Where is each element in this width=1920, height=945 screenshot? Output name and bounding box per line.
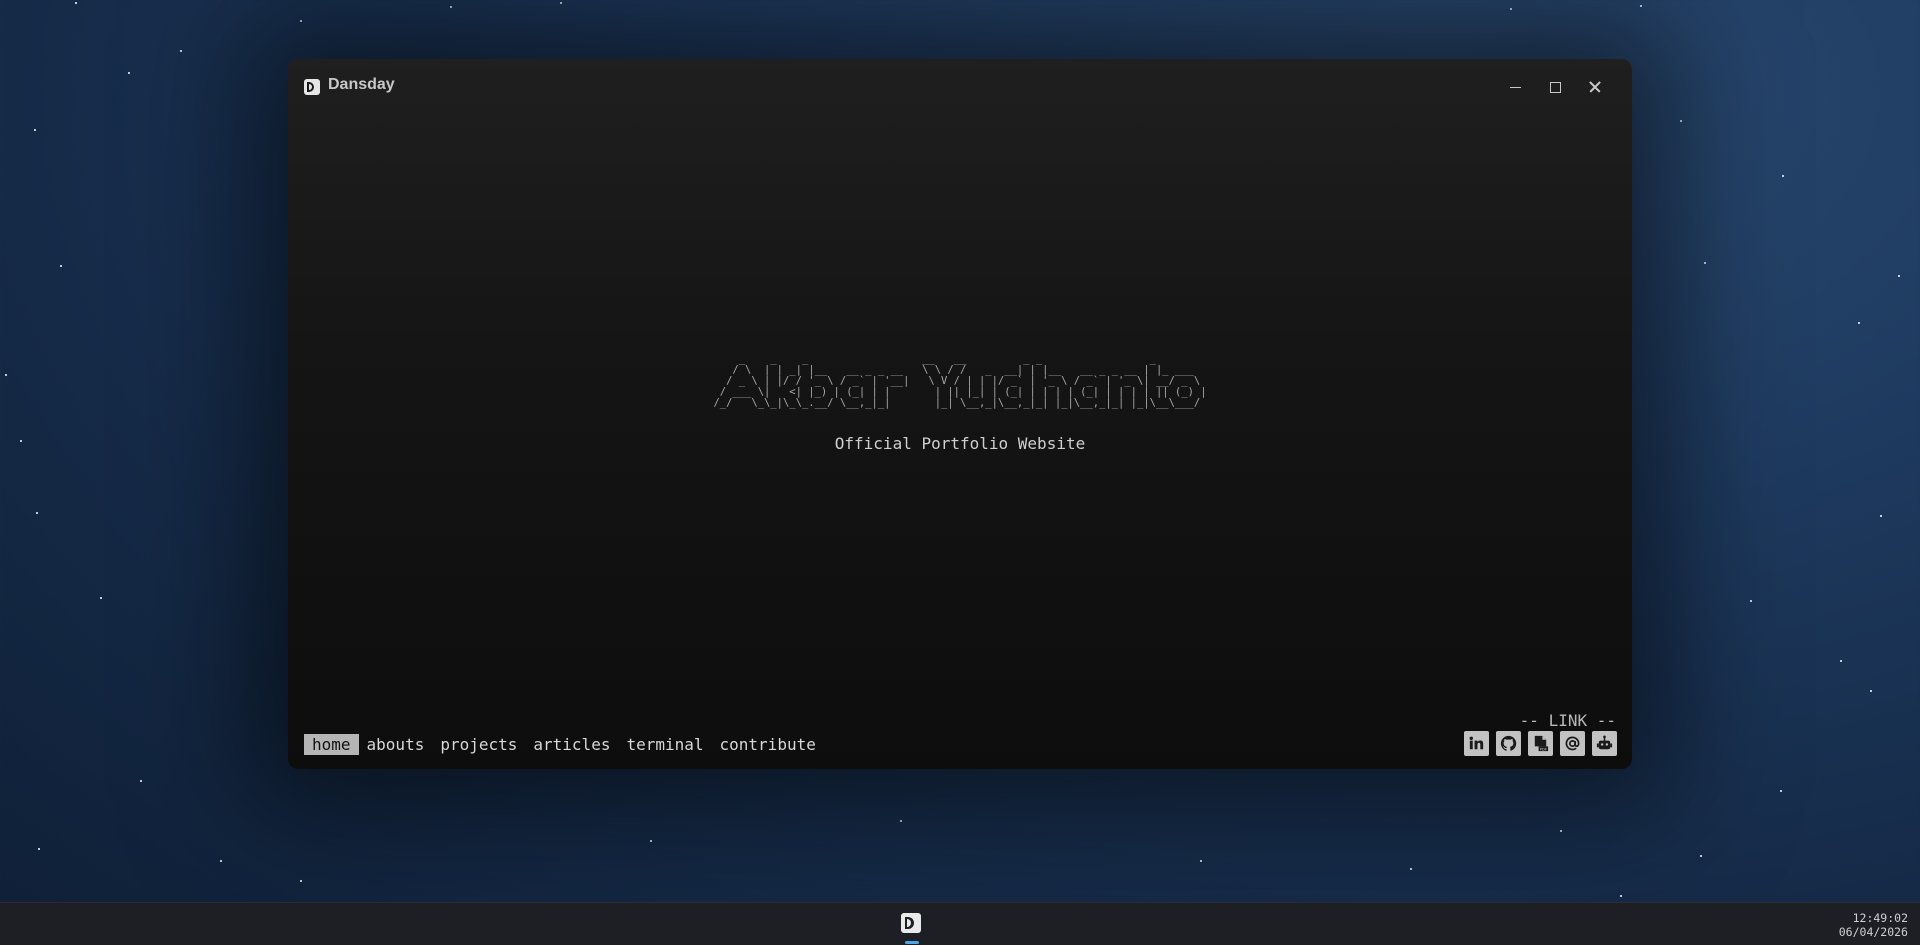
nav-item-abouts[interactable]: abouts: [367, 734, 433, 755]
github-icon[interactable]: [1496, 731, 1521, 756]
taskbar: 12:49:02 06/04/2026: [0, 902, 1920, 945]
close-button[interactable]: [1581, 73, 1609, 101]
taskbar-clock: 12:49:02 06/04/2026: [1839, 911, 1908, 939]
window-title: Dansday: [328, 76, 395, 93]
pdf-file-icon[interactable]: PDF: [1528, 731, 1553, 756]
minimize-button[interactable]: [1501, 73, 1529, 101]
nav-item-articles[interactable]: articles: [533, 734, 618, 755]
social-links: PDF: [1464, 731, 1617, 756]
nav-item-contribute[interactable]: contribute: [720, 734, 824, 755]
ascii-art-name-banner: _ _ _ __ __ _ _ _ / \ | | _| |__ __ _ _ …: [713, 353, 1207, 409]
clock-time: 12:49:02: [1852, 911, 1908, 925]
taskbar-dansday-app-icon[interactable]: [899, 911, 923, 935]
window-titlebar[interactable]: Dansday: [288, 59, 1632, 115]
nav-item-terminal[interactable]: terminal: [626, 734, 711, 755]
nav-item-projects[interactable]: projects: [440, 734, 525, 755]
dansday-d-logo-icon: [304, 79, 320, 95]
bottom-nav: home abouts projects articles terminal c…: [304, 734, 824, 755]
linkedin-icon[interactable]: [1464, 731, 1489, 756]
hero-subtitle: Official Portfolio Website: [834, 434, 1086, 453]
nav-item-home[interactable]: home: [304, 734, 359, 755]
clock-date: 06/04/2026: [1838, 925, 1908, 939]
taskbar-active-indicator: [905, 941, 919, 944]
at-sign-icon[interactable]: [1560, 731, 1585, 756]
svg-text:PDF: PDF: [1540, 746, 1547, 751]
robot-icon[interactable]: [1592, 731, 1617, 756]
app-window: Dansday _ _ _ __ __ _ _ _ / \ | | _| |__…: [288, 59, 1632, 769]
links-label: -- LINK --: [1519, 711, 1616, 730]
maximize-button[interactable]: [1541, 73, 1569, 101]
